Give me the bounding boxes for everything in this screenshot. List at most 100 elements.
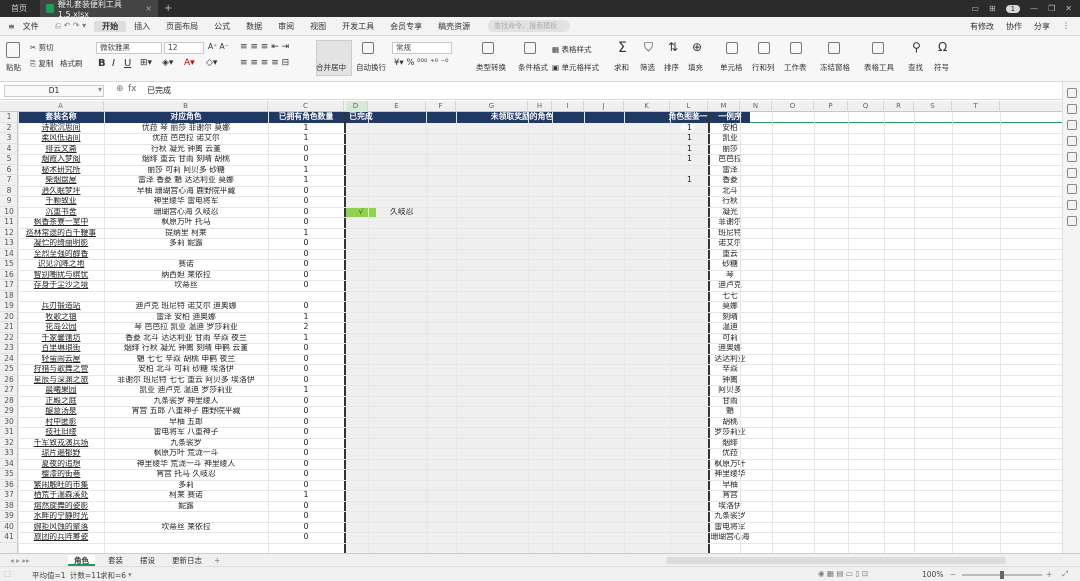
row-header[interactable]: 40 <box>0 522 18 532</box>
add-sheet-icon[interactable]: + <box>208 555 226 566</box>
column-header[interactable]: Q <box>848 101 884 112</box>
column-header[interactable]: C <box>268 101 344 112</box>
set-name-cell[interactable]: 逍久眠梦坪 <box>18 186 104 197</box>
row-header[interactable]: 4 <box>0 144 18 154</box>
set-name-cell[interactable]: 千家馨馐坊 <box>18 333 104 344</box>
owned-count-cell[interactable]: 0 <box>268 396 344 407</box>
roles-cell[interactable]: 雷泽 香菱 魈 达达利亚 莫娜 <box>104 175 268 186</box>
row-header[interactable]: 25 <box>0 364 18 375</box>
owned-count-cell[interactable]: 0 <box>268 186 344 197</box>
column-header[interactable]: B <box>104 101 268 112</box>
conditional-format-button[interactable]: 条件格式 <box>518 62 548 73</box>
column-header[interactable]: P <box>814 101 848 112</box>
worksheet-button[interactable]: 工作表 <box>784 62 807 73</box>
merge-center-label[interactable]: 合并居中 <box>316 62 346 73</box>
role-index-cell[interactable]: 1 <box>670 144 692 155</box>
owned-count-cell[interactable]: 0 <box>268 375 344 386</box>
roles-cell[interactable]: 坎蒂丝 <box>104 280 268 291</box>
column-header[interactable]: E <box>368 101 426 112</box>
zoom-out-icon[interactable]: − <box>950 570 956 579</box>
owned-count-cell[interactable]: 0 <box>268 501 344 512</box>
menu-home[interactable]: 开始 <box>94 20 127 32</box>
row-header[interactable]: 6 <box>0 165 18 175</box>
roles-cell[interactable]: 雷电将军 八重神子 <box>104 427 268 438</box>
order-cell[interactable]: 凝光 <box>710 207 750 218</box>
set-name-cell[interactable]: 狩猎与歌舞之营 <box>18 364 104 375</box>
header-owned-count[interactable]: 已拥有角色数量 <box>268 112 344 123</box>
roles-cell[interactable]: 安柏 北斗 可莉 砂糖 埃洛伊 <box>104 364 268 375</box>
set-name-cell[interactable]: 轻萤闹云屋 <box>18 354 104 365</box>
hamburger-icon[interactable]: ≡ <box>0 22 23 31</box>
roles-cell[interactable]: 行秋 凝光 钟离 云堇 <box>104 144 268 155</box>
set-name-cell[interactable]: 牧歌之镇 <box>18 312 104 323</box>
owned-count-cell[interactable]: 0 <box>268 249 344 260</box>
order-cell[interactable]: 烟绯 <box>710 438 750 449</box>
grid-apps-icon[interactable]: ⊞ <box>989 4 996 13</box>
owned-count-cell[interactable]: 0 <box>268 217 344 228</box>
row-header[interactable]: 16 <box>0 270 18 280</box>
owned-count-cell[interactable]: 1 <box>268 228 344 239</box>
fullscreen-icon[interactable]: ⤢ <box>1062 569 1068 579</box>
menu-review[interactable]: 审阅 <box>270 21 302 32</box>
role-index-cell[interactable] <box>670 301 692 312</box>
roles-cell[interactable] <box>104 511 268 522</box>
zoom-slider-thumb[interactable] <box>1000 571 1004 579</box>
column-header[interactable]: O <box>772 101 814 112</box>
set-name-cell[interactable]: 醍意汤泉 <box>18 406 104 417</box>
sheet-tab-decor[interactable]: 摆设 <box>134 555 161 566</box>
set-name-cell[interactable]: 沉重书舍 <box>18 207 104 218</box>
column-header[interactable]: J <box>584 101 624 112</box>
modified-status[interactable]: 有修改 <box>970 21 994 32</box>
row-header[interactable]: 39 <box>0 511 18 522</box>
role-index-cell[interactable] <box>670 448 692 459</box>
owned-count-cell[interactable]: 0 <box>268 448 344 459</box>
order-cell[interactable]: 班尼特 <box>710 228 750 239</box>
sheet-tab-sets[interactable]: 套装 <box>102 555 129 566</box>
cut-button[interactable]: ✂ 剪切 <box>30 42 54 53</box>
owned-count-cell[interactable]: 0 <box>268 364 344 375</box>
order-cell[interactable]: 埃洛伊 <box>710 501 750 512</box>
role-index-cell[interactable] <box>670 385 692 396</box>
menu-data[interactable]: 数据 <box>238 21 270 32</box>
owned-count-cell[interactable]: 0 <box>268 427 344 438</box>
zoom-formula-icon[interactable]: ⊕ <box>116 84 124 94</box>
row-header[interactable]: 24 <box>0 354 18 364</box>
owned-count-cell[interactable]: 0 <box>268 280 344 291</box>
role-index-cell[interactable] <box>670 511 692 522</box>
copy-button[interactable]: ⎘ 复制 <box>30 58 53 69</box>
find-button[interactable]: 查找 <box>908 62 923 73</box>
roles-cell[interactable]: 烟绯 行秋 凝光 钟离 刻晴 申鹤 云堇 <box>104 343 268 354</box>
order-cell[interactable]: 九条裟罗 <box>710 511 750 522</box>
row-header[interactable]: 17 <box>0 280 18 291</box>
unclaimed-role-cell[interactable]: 久岐忍 <box>390 207 450 218</box>
symbol-button[interactable]: 符号 <box>934 62 949 73</box>
column-header[interactable]: N <box>740 101 772 112</box>
set-name-cell[interactable]: 樱漆的街巷 <box>18 469 104 480</box>
sidebar-tool-icon[interactable] <box>1066 184 1077 194</box>
set-name-cell[interactable] <box>18 291 104 302</box>
column-header[interactable]: R <box>884 101 914 112</box>
order-cell[interactable]: 神里绫华 <box>710 469 750 480</box>
order-cell[interactable]: 宵宫 <box>710 490 750 501</box>
owned-count-cell[interactable]: 0 <box>268 343 344 354</box>
set-name-cell[interactable]: 兵刃锻造站 <box>18 301 104 312</box>
role-index-cell[interactable] <box>670 217 692 228</box>
owned-count-cell[interactable]: 0 <box>268 532 344 543</box>
role-index-cell[interactable] <box>670 228 692 239</box>
roles-cell[interactable]: 早柚 珊瑚宫心海 鹿野院平藏 <box>104 186 268 197</box>
roles-cell[interactable] <box>104 249 268 260</box>
role-index-cell[interactable] <box>670 490 692 501</box>
role-index-cell[interactable] <box>670 249 692 260</box>
menu-page-layout[interactable]: 页面布局 <box>158 21 206 32</box>
owned-count-cell[interactable]: 1 <box>268 333 344 344</box>
sidebar-tool-icon[interactable] <box>1066 120 1077 130</box>
row-header[interactable]: 14 <box>0 249 18 259</box>
order-cell[interactable]: 安柏 <box>710 123 750 134</box>
roles-cell[interactable] <box>104 291 268 302</box>
wrap-text-button[interactable]: 自动换行 <box>356 62 386 73</box>
set-name-cell[interactable]: 夏夜的追想 <box>18 459 104 470</box>
row-header[interactable]: 23 <box>0 343 18 354</box>
role-index-cell[interactable]: 1 <box>670 133 692 144</box>
roles-cell[interactable]: 优菈 琴 丽莎 菲谢尔 莫娜 <box>104 123 268 134</box>
column-header[interactable]: A <box>18 101 104 112</box>
